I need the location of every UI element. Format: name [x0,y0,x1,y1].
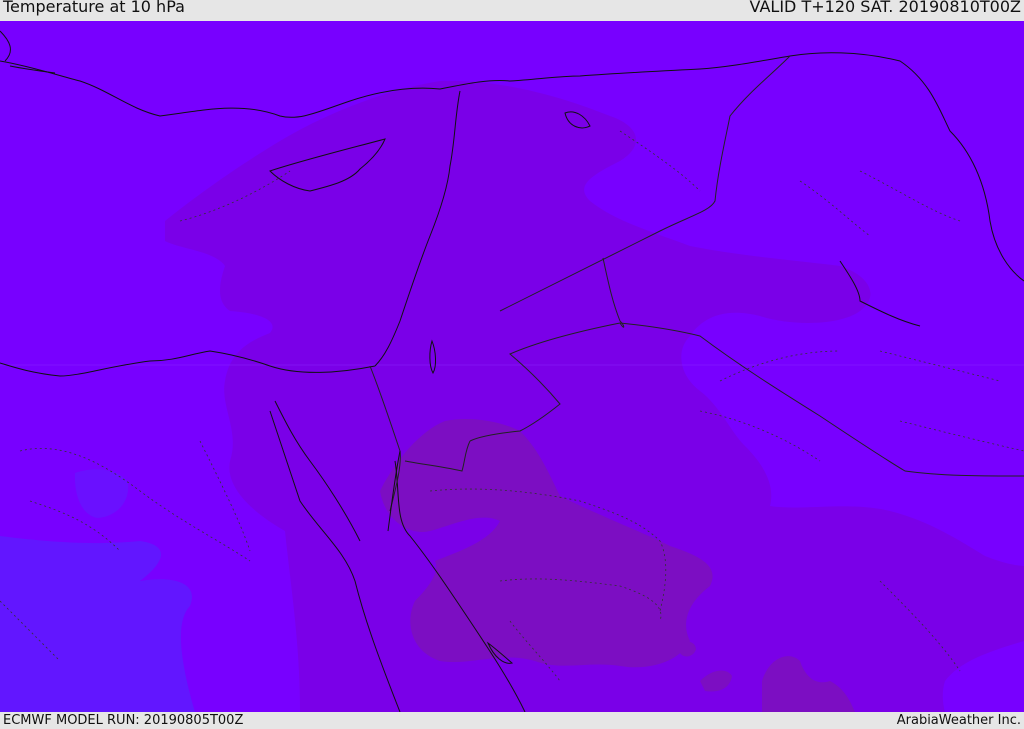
valid-time-label: VALID T+120 SAT. 20190810T00Z [749,0,1021,16]
credit-label: ArabiaWeather Inc. [896,713,1021,728]
map-canvas[interactable] [0,21,1024,712]
header-bar: Temperature at 10 hPa VALID T+120 SAT. 2… [0,0,1024,21]
model-run-label: ECMWF MODEL RUN: 20190805T00Z [3,713,244,728]
temperature-map[interactable] [0,21,1024,712]
footer-bar: ECMWF MODEL RUN: 20190805T00Z ArabiaWeat… [0,712,1024,729]
map-viewer: Temperature at 10 hPa VALID T+120 SAT. 2… [0,0,1024,729]
map-title: Temperature at 10 hPa [3,0,185,16]
